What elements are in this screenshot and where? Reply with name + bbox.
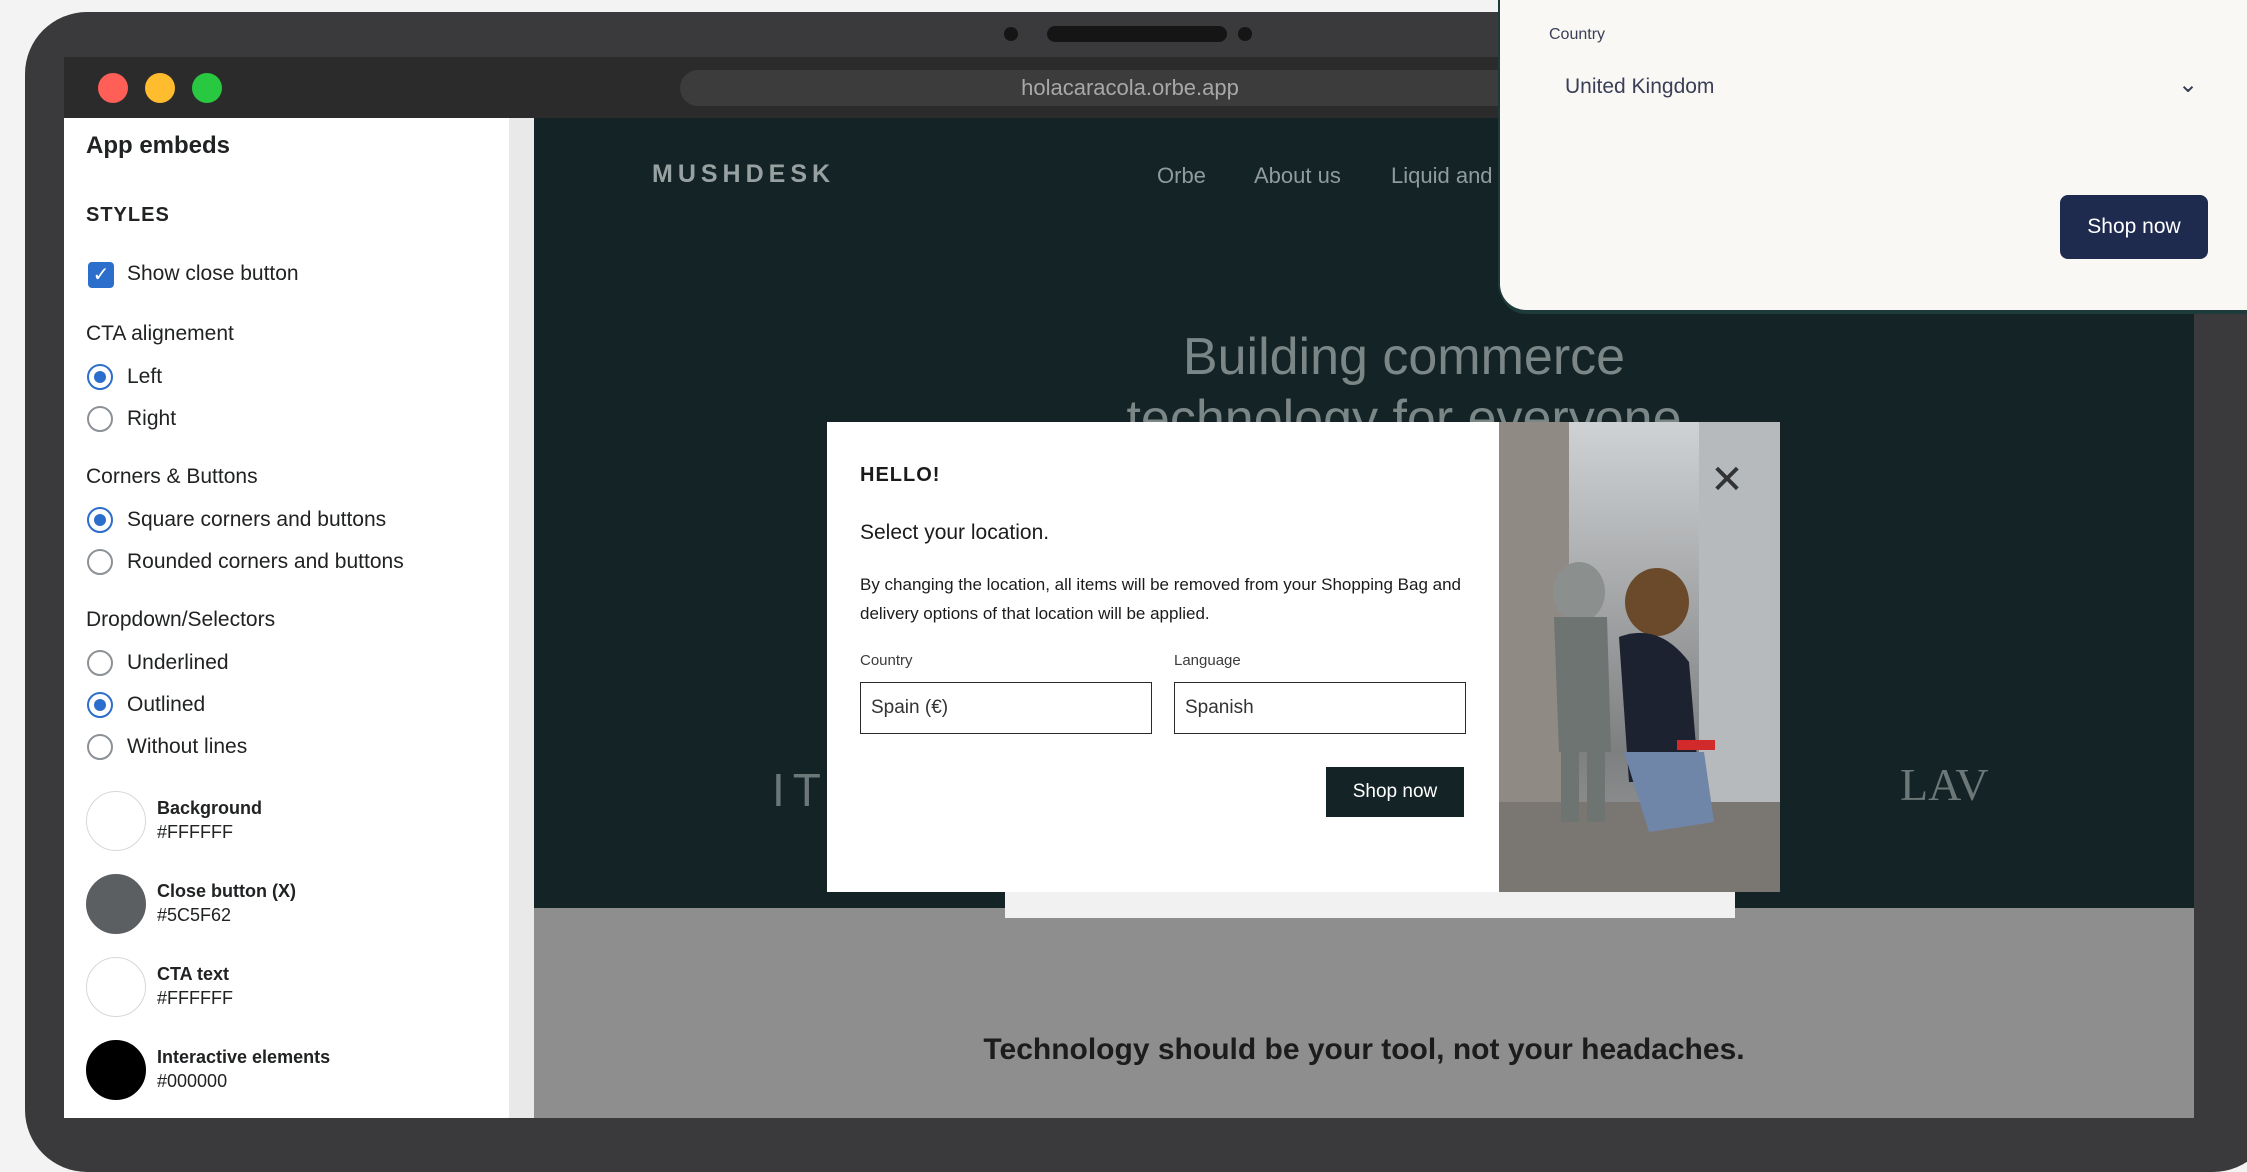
radio-without-lines-label[interactable]: Without lines xyxy=(127,735,247,759)
swatch-name: CTA text xyxy=(157,964,229,984)
card-shop-now-button[interactable]: Shop now xyxy=(2060,195,2208,259)
modal-greeting: HELLO! xyxy=(860,464,941,486)
modal-subtitle: Select your location. xyxy=(860,521,1050,544)
radio-outlined-label[interactable]: Outlined xyxy=(127,693,205,717)
modal-description: By changing the location, all items will… xyxy=(860,575,1462,623)
radio-cta-left[interactable] xyxy=(87,364,113,390)
chevron-down-icon: ⌄ xyxy=(2178,71,2199,98)
language-label: Language xyxy=(1174,652,1241,669)
card-country-value: United Kingdom xyxy=(1565,75,1715,98)
close-window-button[interactable] xyxy=(98,73,128,103)
speaker-grille xyxy=(1047,26,1227,42)
radio-rounded-corners-label[interactable]: Rounded corners and buttons xyxy=(127,550,404,574)
panel-divider xyxy=(509,118,534,1118)
swatch-hex: #FFFFFF xyxy=(157,988,233,1008)
maximize-window-button[interactable] xyxy=(192,73,222,103)
swatch-name: Interactive elements xyxy=(157,1047,331,1067)
background-color-swatch[interactable] xyxy=(86,791,146,851)
swatch-hex: #5C5F62 xyxy=(157,905,232,925)
show-close-label[interactable]: Show close button xyxy=(127,262,299,286)
radio-underlined-label[interactable]: Underlined xyxy=(127,651,229,675)
section-heading: Technology should be your tool, not your… xyxy=(983,1033,1745,1066)
nav-link-about[interactable]: About us xyxy=(1254,163,1341,189)
show-close-checkbox[interactable]: ✓ xyxy=(88,262,114,288)
nav-link-liquid[interactable]: Liquid and xyxy=(1391,163,1493,189)
swatch-name: Background xyxy=(157,798,263,818)
radio-outlined[interactable] xyxy=(87,692,113,718)
close-button-color-swatch[interactable] xyxy=(86,874,146,934)
cta-text-color-swatch[interactable] xyxy=(86,957,146,1017)
country-select[interactable]: Spain (€) xyxy=(860,682,1152,734)
radio-cta-left-label[interactable]: Left xyxy=(127,365,162,389)
shop-now-button[interactable]: Shop now xyxy=(1326,767,1464,817)
content-section xyxy=(534,908,2194,1118)
url-text: holacaracola.orbe.app xyxy=(1021,75,1239,100)
sensor-dot xyxy=(1238,27,1252,41)
nav-link-orbe[interactable]: Orbe xyxy=(1157,163,1206,189)
panel-title: App embeds xyxy=(86,132,231,159)
camera-dot xyxy=(1004,27,1018,41)
site-logo[interactable]: MUSHDESK xyxy=(652,160,835,189)
country-select-value: Spain (€) xyxy=(871,697,949,718)
swatch-hex: #000000 xyxy=(157,1071,228,1091)
close-icon[interactable]: ✕ xyxy=(1706,459,1748,501)
hero-title-line-1: Building commerce xyxy=(1182,328,1626,386)
radio-square-corners-label[interactable]: Square corners and buttons xyxy=(127,508,386,532)
card-country-label: Country xyxy=(1549,26,1606,43)
minimize-window-button[interactable] xyxy=(145,73,175,103)
radio-cta-right[interactable] xyxy=(87,406,113,432)
country-label: Country xyxy=(860,652,913,669)
swatch-name: Close button (X) xyxy=(157,881,296,901)
swatch-hex: #FFFFFF xyxy=(157,822,233,842)
interactive-elements-color-swatch[interactable] xyxy=(86,1040,146,1100)
location-selector-card: Country United Kingdom ⌄ Shop now xyxy=(1500,0,2247,310)
dropdowns-heading: Dropdown/Selectors xyxy=(86,608,276,631)
corners-heading: Corners & Buttons xyxy=(86,465,258,488)
language-select-value: Spanish xyxy=(1185,697,1254,718)
radio-square-corners[interactable] xyxy=(87,507,113,533)
radio-cta-right-label[interactable]: Right xyxy=(127,407,176,431)
app-embeds-panel: App embeds STYLES ✓ Show close button CT… xyxy=(64,118,509,1118)
cta-alignment-heading: CTA alignement xyxy=(86,322,234,345)
radio-rounded-corners[interactable] xyxy=(87,549,113,575)
language-select[interactable]: Spanish xyxy=(1174,682,1466,734)
radio-underlined[interactable] xyxy=(87,650,113,676)
brand-logo-right: LAV xyxy=(1900,759,1989,810)
address-bar[interactable]: holacaracola.orbe.app xyxy=(680,70,1580,106)
location-modal: HELLO! Select your location. By changing… xyxy=(827,422,1499,892)
styles-heading: STYLES xyxy=(86,204,170,226)
radio-without-lines[interactable] xyxy=(87,734,113,760)
